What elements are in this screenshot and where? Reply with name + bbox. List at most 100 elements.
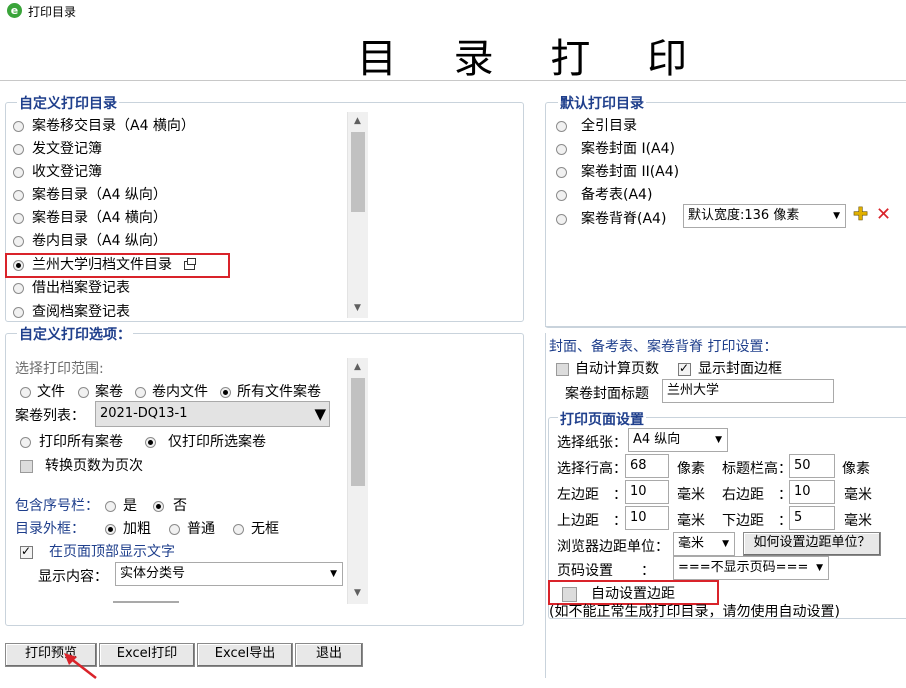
volume-list-select[interactable]: 2021-DQ13-1 ▼ bbox=[95, 401, 330, 427]
default-option-cover-1[interactable]: 案卷封面 I(A4) bbox=[556, 138, 675, 158]
radio-button[interactable] bbox=[13, 212, 24, 224]
scroll-thumb[interactable] bbox=[351, 132, 365, 212]
radio-button[interactable] bbox=[78, 386, 89, 398]
display-content-label: 显示内容： bbox=[38, 569, 108, 585]
radio-button[interactable] bbox=[13, 306, 24, 318]
show-top-text-checkbox[interactable]: 在页面顶部显示文字 bbox=[20, 541, 175, 561]
page-number-select[interactable]: ===不显示页码=== ▼ bbox=[673, 556, 829, 580]
header-divider bbox=[0, 80, 906, 81]
right-margin-label: 右边距 ： bbox=[722, 487, 792, 503]
catalog-option-volume-landscape[interactable]: 案卷目录（A4 横向） bbox=[13, 207, 167, 227]
how-set-margin-unit-button[interactable]: 如何设置边距单位？ bbox=[743, 532, 881, 556]
radio-button-selected[interactable] bbox=[220, 386, 231, 398]
catalog-option-incoming[interactable]: 收文登记簿 bbox=[13, 161, 102, 181]
checkbox-checked[interactable] bbox=[678, 361, 691, 376]
default-catalog-title: 默认打印目录 bbox=[558, 93, 646, 113]
exit-button[interactable]: 退出 bbox=[295, 643, 363, 667]
radio-button[interactable] bbox=[556, 213, 567, 225]
display-content-select[interactable]: 实体分类号 ▼ bbox=[115, 562, 343, 586]
default-option-spine[interactable]: 案卷背脊(A4) bbox=[556, 208, 666, 228]
checkbox[interactable] bbox=[20, 459, 33, 473]
radio-button[interactable] bbox=[13, 189, 24, 201]
radio-button[interactable] bbox=[556, 143, 567, 155]
catalog-scrollbar[interactable]: ▲ ▼ bbox=[347, 112, 368, 318]
radio-button[interactable] bbox=[135, 386, 146, 398]
border-normal[interactable]: 普通 bbox=[169, 518, 215, 538]
print-selected-volumes[interactable]: 仅打印所选案卷 bbox=[145, 431, 266, 451]
radio-button[interactable] bbox=[13, 120, 24, 132]
cursor-arrow-icon bbox=[64, 653, 97, 679]
radio-button[interactable] bbox=[13, 143, 24, 155]
radio-button[interactable] bbox=[105, 500, 116, 512]
radio-button[interactable] bbox=[556, 166, 567, 178]
radio-button[interactable] bbox=[13, 282, 24, 294]
radio-button[interactable] bbox=[233, 523, 244, 535]
checkbox-checked[interactable] bbox=[20, 544, 33, 559]
clipped-field-edge bbox=[113, 601, 179, 603]
chevron-down-icon: ▼ bbox=[816, 563, 823, 573]
default-option-cover-2[interactable]: 案卷封面 II(A4) bbox=[556, 161, 679, 181]
default-option-full-index[interactable]: 全引目录 bbox=[556, 115, 637, 135]
scroll-up-icon[interactable]: ▲ bbox=[349, 113, 366, 130]
catalog-option-transfer[interactable]: 案卷移交目录（A4 横向） bbox=[13, 115, 195, 135]
catalog-option-outgoing[interactable]: 发文登记簿 bbox=[13, 138, 102, 158]
options-scrollbar[interactable]: ▲ ▼ bbox=[347, 358, 368, 604]
right-margin-input[interactable]: 10 bbox=[789, 480, 835, 504]
excel-export-button[interactable]: Excel导出 bbox=[197, 643, 293, 667]
radio-button[interactable] bbox=[13, 235, 24, 247]
checkbox[interactable] bbox=[556, 362, 569, 376]
sequence-yes[interactable]: 是 bbox=[105, 495, 137, 515]
excel-print-button[interactable]: Excel打印 bbox=[99, 643, 195, 667]
border-none[interactable]: 无框 bbox=[233, 518, 279, 538]
right-panel-border bbox=[545, 333, 546, 678]
paper-select[interactable]: A4 纵向 ▼ bbox=[628, 428, 728, 452]
range-option-all[interactable]: 所有文件案卷 bbox=[220, 381, 321, 401]
range-option-file[interactable]: 文件 bbox=[20, 381, 65, 401]
paper-label: 选择纸张： bbox=[557, 435, 627, 451]
range-option-volume[interactable]: 案卷 bbox=[78, 381, 123, 401]
convert-pages-checkbox[interactable]: 转换页数为页次 bbox=[20, 455, 143, 475]
border-bold[interactable]: 加粗 bbox=[105, 518, 151, 538]
radio-button-selected[interactable] bbox=[153, 500, 164, 512]
catalog-option-inner[interactable]: 卷内目录（A4 纵向） bbox=[13, 230, 167, 250]
scroll-thumb[interactable] bbox=[351, 378, 365, 486]
show-border-checkbox[interactable]: 显示封面边框 bbox=[678, 358, 782, 378]
row-height-input[interactable]: 68 bbox=[625, 454, 669, 478]
radio-button-selected[interactable] bbox=[105, 523, 116, 535]
chevron-down-icon: ▼ bbox=[722, 539, 729, 549]
bottom-margin-label: 下边距 ： bbox=[722, 513, 792, 529]
catalog-option-loan[interactable]: 借出档案登记表 bbox=[13, 277, 130, 297]
sequence-no[interactable]: 否 bbox=[153, 495, 187, 515]
top-margin-label: 上边距 ： bbox=[557, 513, 627, 529]
top-margin-input[interactable]: 10 bbox=[625, 506, 669, 530]
chevron-down-icon: ▼ bbox=[833, 211, 840, 221]
title-height-unit: 像素 bbox=[842, 461, 870, 477]
browser-unit-select[interactable]: 毫米 ▼ bbox=[673, 532, 735, 556]
auto-pages-checkbox[interactable]: 自动计算页数 bbox=[556, 358, 659, 378]
spine-width-select[interactable]: 默认宽度:136 像素 ▼ bbox=[683, 204, 846, 228]
bottom-margin-input[interactable]: 5 bbox=[789, 506, 835, 530]
scroll-down-icon[interactable]: ▼ bbox=[349, 300, 366, 317]
row-height-label: 选择行高： bbox=[557, 461, 627, 477]
radio-button[interactable] bbox=[13, 166, 24, 178]
left-margin-input[interactable]: 10 bbox=[625, 480, 669, 504]
catalog-option-volume-portrait[interactable]: 案卷目录（A4 纵向） bbox=[13, 184, 167, 204]
page-heading: 目 录 打 印 bbox=[356, 36, 710, 82]
scroll-down-icon[interactable]: ▼ bbox=[349, 585, 366, 602]
radio-button[interactable] bbox=[556, 189, 567, 201]
radio-button[interactable] bbox=[20, 436, 31, 448]
radio-button[interactable] bbox=[20, 386, 31, 398]
title-height-input[interactable]: 50 bbox=[789, 454, 835, 478]
default-option-remarks[interactable]: 备考表(A4) bbox=[556, 184, 652, 204]
range-option-inner-file[interactable]: 卷内文件 bbox=[135, 381, 208, 401]
radio-button-selected[interactable] bbox=[145, 436, 156, 448]
cover-title-label: 案卷封面标题 bbox=[565, 386, 649, 402]
cover-title-input[interactable]: 兰州大学 bbox=[662, 379, 834, 403]
scroll-up-icon[interactable]: ▲ bbox=[349, 359, 366, 376]
print-all-volumes[interactable]: 打印所有案卷 bbox=[20, 431, 123, 451]
radio-button[interactable] bbox=[556, 120, 567, 132]
add-icon[interactable]: ✚ bbox=[853, 205, 869, 224]
catalog-option-consult[interactable]: 查阅档案登记表 bbox=[13, 301, 130, 321]
delete-icon[interactable]: ✕ bbox=[876, 205, 891, 225]
radio-button[interactable] bbox=[169, 523, 180, 535]
